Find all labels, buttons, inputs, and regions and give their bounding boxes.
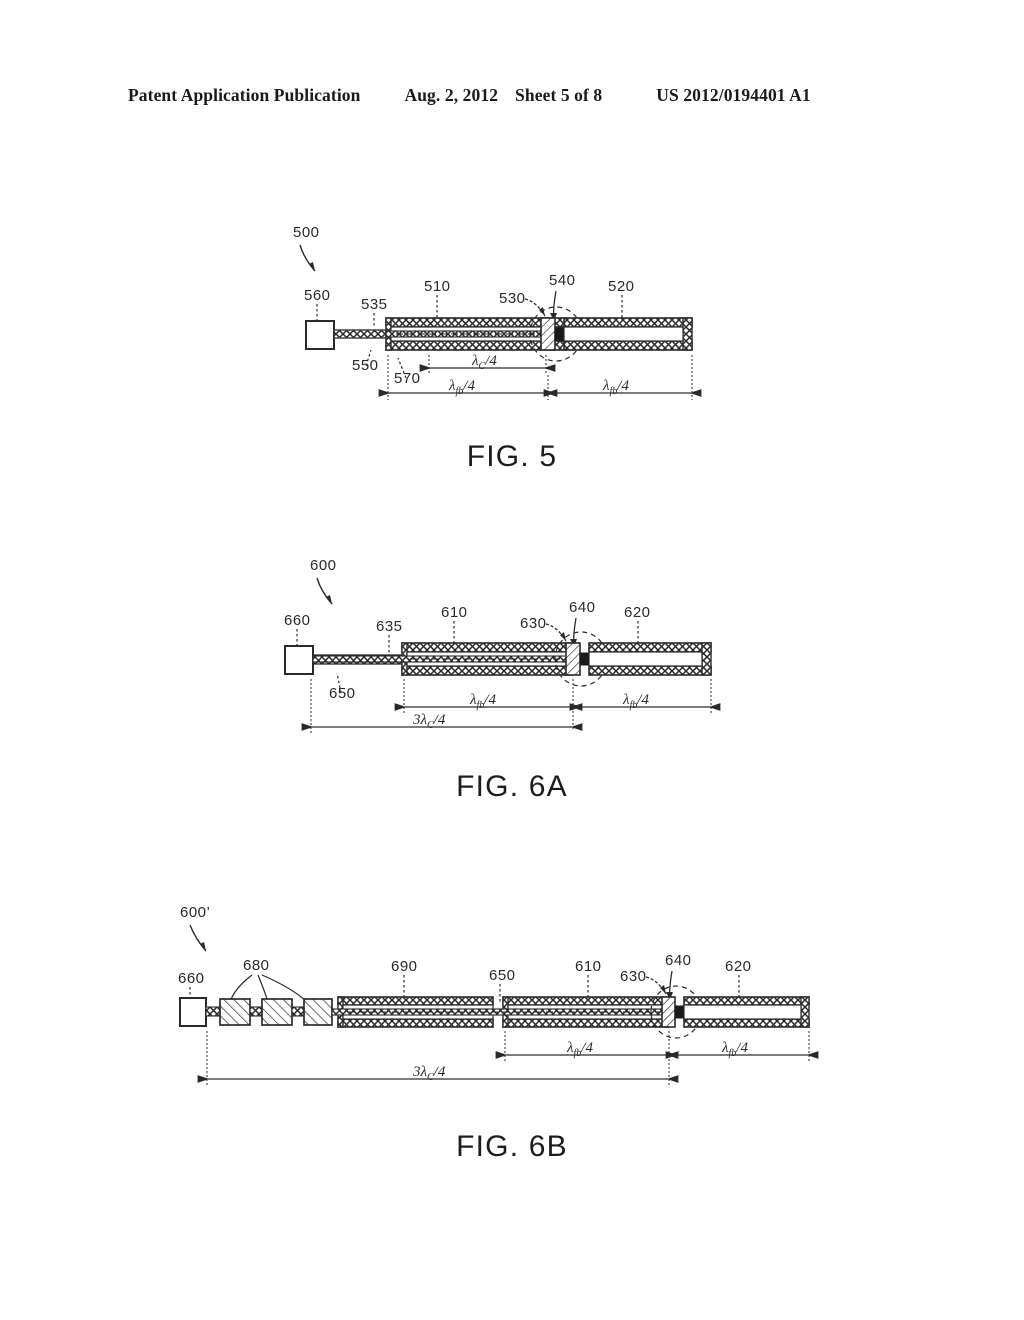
- header-patent-number: US 2012/0194401 A1: [656, 85, 811, 105]
- fig6b-dim-three-lambda-c: 3λC/4: [412, 1064, 446, 1083]
- fig5-dim-lambda-c: λC/4: [471, 353, 497, 372]
- ref-610: 610: [441, 604, 468, 621]
- fig6a-wg2-top-wall: [588, 642, 712, 653]
- fig6b-wg2-cavity: [683, 1004, 802, 1020]
- fig5-source-block: [305, 320, 335, 350]
- ref-690: 690: [391, 958, 418, 975]
- ref-570: 570: [394, 370, 421, 387]
- ref-635: 635: [376, 618, 403, 635]
- fig6a-source-block: [284, 645, 314, 675]
- fig6a-dim-three-lambda-c: 3λC/4: [412, 712, 446, 731]
- fig6b-source-block: [179, 997, 207, 1027]
- fig5-hatched-transition-block: [540, 317, 556, 351]
- ref-640-b: 640: [665, 952, 692, 969]
- fig5-wg2-top-wall: [563, 317, 693, 328]
- fig6b-dim-lambda-fb-1: λfb/4: [566, 1040, 593, 1059]
- fig6b-dim-lambda-fb-2: λfb/4: [721, 1040, 748, 1059]
- figure-6a: 600 660 635 610 630 640 620 650 λfb/4 λf…: [0, 545, 1024, 755]
- fig6a-wg1-top-wall: [401, 642, 573, 653]
- fig6a-wg1-bottom-wall: [401, 665, 573, 676]
- fig6b-wg1-top-wall: [502, 996, 669, 1006]
- ref-530: 530: [499, 290, 526, 307]
- ref-510: 510: [424, 278, 451, 295]
- figure-6b: 600’ 660 680 690 650 610 630 640 620 λfb…: [0, 895, 1024, 1120]
- fig6a-wg2-cavity: [588, 651, 703, 667]
- figure-6a-caption: FIG. 6A: [456, 770, 568, 803]
- ref-600: 600: [310, 557, 337, 574]
- fig6b-isolator-block-3: [303, 998, 333, 1026]
- fig6b-hatched-transition-block: [661, 996, 676, 1028]
- ref-680: 680: [243, 957, 270, 974]
- ref-540: 540: [549, 272, 576, 289]
- fig6a-dim-lambda-fb-1: λfb/4: [469, 692, 496, 711]
- fig6b-isolator-block-2: [261, 998, 293, 1026]
- fig6b-wg-ext-top-wall: [337, 996, 494, 1006]
- fig6b-wg-ext-bottom-wall: [337, 1018, 494, 1028]
- fig6a-solid-coupling-block: [579, 652, 590, 666]
- fig5-dim-lambda-fb-2: λfb/4: [602, 378, 629, 397]
- fig5-solid-coupling-block: [554, 327, 565, 341]
- ref-610-b: 610: [575, 958, 602, 975]
- page-header: Patent Application Publication Aug. 2, 2…: [128, 85, 896, 109]
- ref-620-b: 620: [725, 958, 752, 975]
- ref-650-b: 650: [489, 967, 516, 984]
- fig6b-stub-1: [205, 1006, 221, 1017]
- fig6b-stub-2: [249, 1006, 263, 1017]
- header-sheet-number: Sheet 5 of 8: [515, 85, 603, 105]
- ref-660: 660: [284, 612, 311, 629]
- fig5-wg2-right-end: [682, 317, 693, 351]
- ref-630: 630: [520, 615, 547, 632]
- ref-650: 650: [329, 685, 356, 702]
- fig6b-wg2-right-end: [800, 996, 810, 1028]
- ref-500: 500: [293, 224, 320, 241]
- fig6a-wg2-right-end: [701, 642, 712, 676]
- fig6b-wg2-bottom-wall: [683, 1018, 810, 1028]
- fig6b-wg2-top-wall: [683, 996, 810, 1006]
- fig6a-inner-conductor: [312, 655, 568, 663]
- ref-630-b: 630: [620, 968, 647, 985]
- fig5-feed-line: [333, 329, 387, 339]
- ref-600-prime: 600’: [180, 904, 210, 921]
- ref-535: 535: [361, 296, 388, 313]
- ref-620: 620: [624, 604, 651, 621]
- ref-550: 550: [352, 357, 379, 374]
- fig5-dim-lambda-fb-1: λfb/4: [448, 378, 475, 397]
- fig6b-stub-3: [291, 1006, 305, 1017]
- fig5-wg1-bottom-wall: [385, 340, 567, 351]
- fig6b-wg1-bottom-wall: [502, 1018, 669, 1028]
- figure-5-caption: FIG. 5: [466, 440, 558, 473]
- header-publication-title: Patent Application Publication: [128, 85, 361, 105]
- figure-6b-caption: FIG. 6B: [456, 1130, 568, 1163]
- fig6b-solid-coupling-block: [674, 1005, 685, 1019]
- ref-520: 520: [608, 278, 635, 295]
- fig5-wg2-bottom-wall: [563, 340, 693, 351]
- ref-560: 560: [304, 287, 331, 304]
- fig6a-wg2-bottom-wall: [588, 665, 712, 676]
- ref-660-b: 660: [178, 970, 205, 987]
- fig6b-isolator-block-1: [219, 998, 251, 1026]
- fig6a-dim-lambda-fb-2: λfb/4: [622, 692, 649, 711]
- fig5-wg2-cavity: [563, 326, 684, 342]
- fig6a-hatched-transition-block: [565, 642, 581, 676]
- header-date: Aug. 2, 2012: [404, 85, 499, 105]
- fig5-wg1-top-wall: [385, 317, 567, 328]
- ref-640: 640: [569, 599, 596, 616]
- figure-5: 500 560 535 510 530 540 520 550 570 λC/4…: [0, 215, 1024, 430]
